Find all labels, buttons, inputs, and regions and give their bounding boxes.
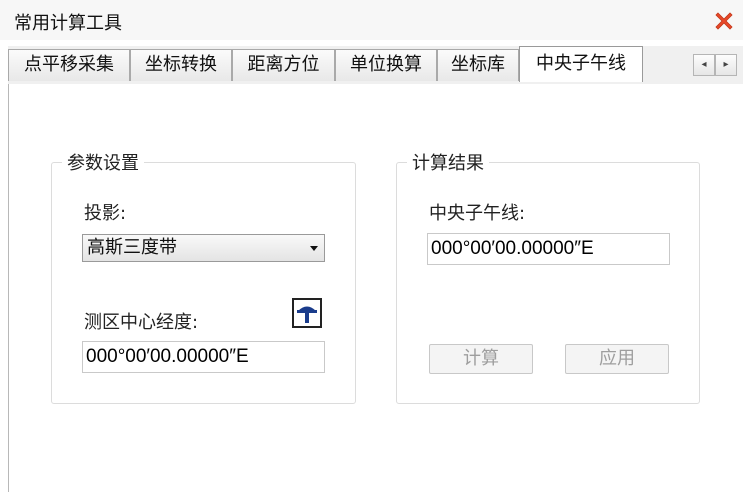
apply-button[interactable]: 应用 xyxy=(565,344,669,374)
tab-scroll-left-icon[interactable]: ◂ xyxy=(693,54,715,76)
projection-select-value: 高斯三度带 xyxy=(87,237,177,258)
meridian-label: 中央子午线: xyxy=(429,203,526,224)
calculate-button[interactable]: 计算 xyxy=(429,344,533,374)
chevron-down-icon xyxy=(310,246,318,251)
tab-central-meridian[interactable]: 中央子午线 xyxy=(519,46,643,82)
tab-point-translate[interactable]: 点平移采集 xyxy=(8,49,130,81)
window-title: 常用计算工具 xyxy=(14,13,122,34)
tab-distance-bearing[interactable]: 距离方位 xyxy=(232,49,335,81)
title-bar: 常用计算工具 xyxy=(0,0,743,40)
tool-window: 常用计算工具 点平移采集 坐标转换 距离方位 单位换算 坐标库 中央子午线 ◂ … xyxy=(0,0,743,492)
tab-scroll-controls: ◂ ▸ xyxy=(693,54,737,76)
pick-longitude-button[interactable] xyxy=(292,298,322,328)
pin-pick-icon xyxy=(297,306,317,323)
tab-coordinate-convert[interactable]: 坐标转换 xyxy=(130,49,232,81)
tab-coordinate-library[interactable]: 坐标库 xyxy=(437,49,519,81)
meridian-output[interactable]: 000°00′00.00000″E xyxy=(427,233,670,265)
tab-content-central-meridian: 参数设置 投影: 高斯三度带 测区中心经度: 000°00′00.00000″E… xyxy=(8,84,743,492)
result-group: 计算结果 中央子午线: 000°00′00.00000″E 计算 应用 xyxy=(396,149,700,404)
close-icon[interactable] xyxy=(713,9,735,31)
result-group-title: 计算结果 xyxy=(407,149,489,175)
params-group: 参数设置 投影: 高斯三度带 测区中心经度: 000°00′00.00000″E xyxy=(51,149,356,404)
projection-select[interactable]: 高斯三度带 xyxy=(82,234,325,262)
longitude-label: 测区中心经度: xyxy=(84,312,199,333)
projection-label: 投影: xyxy=(84,203,127,224)
tab-unit-convert[interactable]: 单位换算 xyxy=(335,49,437,81)
tab-strip: 点平移采集 坐标转换 距离方位 单位换算 坐标库 中央子午线 ◂ ▸ xyxy=(8,46,743,85)
tab-scroll-right-icon[interactable]: ▸ xyxy=(715,54,737,76)
longitude-input[interactable]: 000°00′00.00000″E xyxy=(82,341,325,373)
params-group-title: 参数设置 xyxy=(62,149,144,175)
